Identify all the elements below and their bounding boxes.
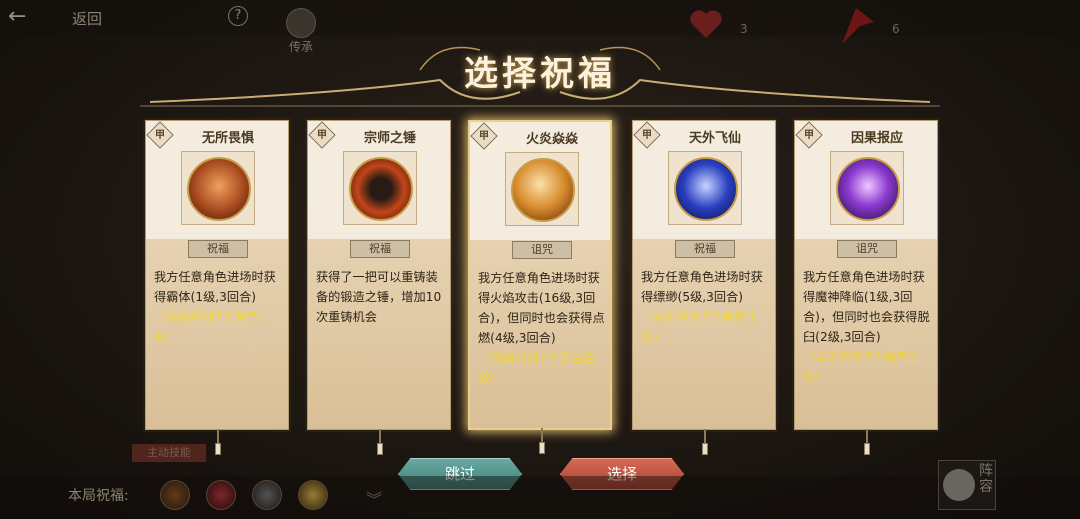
blessing-slot-icon[interactable]: [160, 480, 190, 510]
fire-orb-icon: [511, 158, 575, 222]
card-tassel: [702, 429, 708, 455]
card-icon-frame: [830, 151, 904, 225]
card-effect-note: （当前可对7个角色生效）: [803, 350, 921, 384]
lineup-label: 阵容: [979, 463, 993, 495]
card-icon-frame: [343, 151, 417, 225]
flying-immortal-icon: [674, 157, 738, 221]
grade-badge-text: 甲: [155, 130, 165, 141]
lineup-button[interactable]: 阵容: [938, 460, 996, 510]
blessing-slot-icon[interactable]: [298, 480, 328, 510]
card-type-tag: 祝福: [675, 240, 735, 258]
help-icon[interactable]: ?: [228, 6, 248, 26]
card-description: 我方任意角色进场时获得魔神降临(1级,3回合)，但同时也会获得脱臼(2级,3回合…: [803, 270, 930, 384]
dialog-title: 选择祝福: [464, 54, 616, 94]
grade-badge-text: 甲: [642, 130, 652, 141]
lineup-icon: [943, 469, 975, 501]
card-tassel: [539, 428, 545, 454]
card-name: 火炎焱焱: [525, 132, 578, 147]
card-name: 天外飞仙: [688, 131, 741, 146]
inherit-icon[interactable]: [286, 8, 316, 38]
back-arrow-icon[interactable]: ←: [8, 6, 48, 30]
heart-count: 3: [740, 22, 748, 36]
card-type-tag: 祝福: [350, 240, 410, 258]
flag-count: 6: [892, 22, 900, 36]
card-type-tag: 诅咒: [837, 240, 897, 258]
card-description: 获得了一把可以重铸装备的锻造之锤，增加10次重铸机会: [316, 270, 442, 324]
card-tassel: [864, 429, 870, 455]
card-description: 我方任意角色进场时获得缥缈(5级,3回合) （当前可对7个角色生效）: [641, 270, 763, 344]
current-blessings-label: 本局祝福:: [68, 488, 129, 504]
warrior-icon: [187, 157, 251, 221]
blessing-card-5[interactable]: 甲 因果报应 诅咒 我方任意角色进场时获得魔神降临(1级,3回合)，但同时也会获…: [794, 120, 938, 455]
blessing-card-1[interactable]: 甲 无所畏惧 祝福 我方任意角色进场时获得霸体(1级,3回合) （当前可对7个角色…: [145, 120, 289, 455]
grade-badge-text: 甲: [479, 131, 489, 142]
card-effect-note: （当前可对7个角色生效）: [641, 310, 759, 344]
chevron-down-icon[interactable]: ︾: [366, 486, 382, 510]
card-tassel: [215, 429, 221, 455]
hammer-icon: [349, 157, 413, 221]
card-icon-frame: [505, 152, 579, 226]
card-description: 我方任意角色进场时获得火焰攻击(16级,3回合)，但同时也会获得点燃(4级,3回…: [478, 271, 605, 385]
blessing-slot-icon[interactable]: [206, 480, 236, 510]
heart-icon: [690, 10, 722, 38]
card-tassel: [377, 429, 383, 455]
card-name: 无所畏惧: [201, 131, 254, 146]
card-icon-frame: [668, 151, 742, 225]
back-button-label[interactable]: 返回: [72, 8, 102, 29]
card-effect-note: （当前可对7个角色生效）: [154, 310, 272, 344]
game-screen: ← 返回 ? 传承 3 6 选择祝福 甲 无所畏惧 祝福 我方任意角色进场时获得…: [0, 0, 1080, 519]
card-description: 我方任意角色进场时获得霸体(1级,3回合) （当前可对7个角色生效）: [154, 270, 276, 344]
blessing-slot-icon[interactable]: [252, 480, 282, 510]
card-name: 宗师之锤: [363, 131, 416, 146]
blessing-card-4[interactable]: 甲 天外飞仙 祝福 我方任意角色进场时获得缥缈(5级,3回合) （当前可对7个角色…: [632, 120, 776, 455]
card-type-tag: 祝福: [188, 240, 248, 258]
demon-icon: [836, 157, 900, 221]
top-bar: [0, 0, 1080, 36]
card-icon-frame: [181, 151, 255, 225]
blessing-card-3[interactable]: 甲 火炎焱焱 诅咒 我方任意角色进场时获得火焰攻击(16级,3回合)，但同时也会…: [468, 120, 612, 454]
blessing-card-2[interactable]: 甲 宗师之锤 祝福 获得了一把可以重铸装备的锻造之锤，增加10次重铸机会: [307, 120, 451, 455]
card-type-tag: 诅咒: [512, 241, 572, 259]
card-effect-note: （当前可对7个角色生效）: [478, 351, 596, 385]
active-skill-tag: 主动技能: [132, 444, 206, 462]
card-name: 因果报应: [850, 131, 903, 146]
grade-badge-text: 甲: [317, 130, 327, 141]
grade-badge-text: 甲: [804, 130, 814, 141]
